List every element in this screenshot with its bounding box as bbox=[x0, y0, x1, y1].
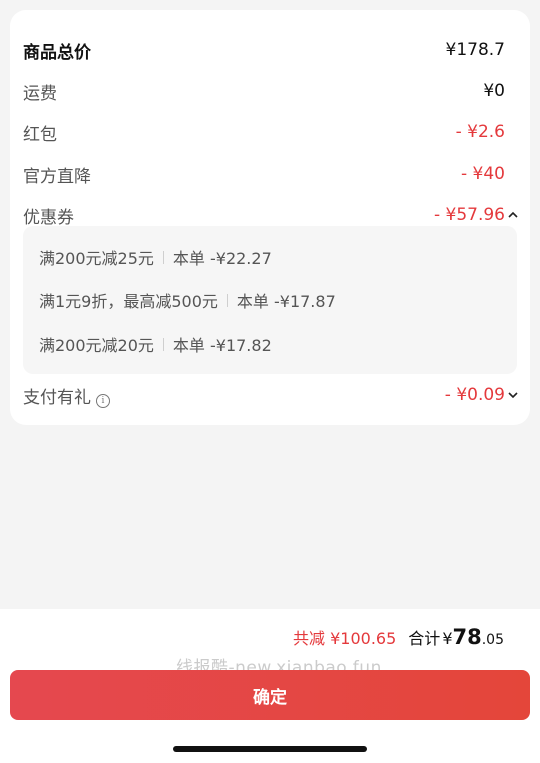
divider bbox=[162, 337, 164, 351]
coupon-item-amount: 本单 -¥17.87 bbox=[236, 292, 336, 311]
coupon-detail-box: 满200元减25元 本单 -¥22.27 满1元9折，最高减500元 本单 -¥… bbox=[23, 226, 517, 374]
red-packet-row: 红包 - ¥2.6 bbox=[23, 117, 505, 147]
red-packet-label: 红包 bbox=[23, 124, 57, 145]
payment-gift-row[interactable]: 支付有礼 i - ¥0.09 bbox=[23, 380, 518, 410]
total-currency: ¥ bbox=[442, 629, 453, 648]
chevron-up-icon[interactable] bbox=[507, 209, 519, 221]
home-indicator bbox=[173, 746, 367, 752]
coupon-item-name: 满1元9折，最高减500元 bbox=[39, 292, 218, 311]
divider bbox=[162, 250, 164, 264]
total-decimal: .05 bbox=[481, 632, 504, 648]
chevron-down-icon[interactable] bbox=[507, 389, 519, 401]
shipping-label: 运费 bbox=[23, 83, 57, 104]
info-icon[interactable]: i bbox=[96, 393, 110, 408]
total-saved: 共减 ¥100.65 bbox=[293, 629, 397, 648]
shipping-row: 运费 ¥0 bbox=[23, 76, 505, 106]
order-summary: 共减 ¥100.65 合计 ¥ 78 .05 bbox=[293, 625, 504, 649]
shipping-value: ¥0 bbox=[483, 81, 505, 101]
total-label: 合计 bbox=[408, 629, 441, 648]
official-discount-value: - ¥40 bbox=[461, 164, 505, 184]
divider bbox=[226, 293, 228, 307]
payment-gift-label: 支付有礼 bbox=[23, 387, 91, 408]
coupon-value-wrap[interactable]: - ¥57.96 bbox=[433, 205, 518, 225]
payment-gift-value-wrap[interactable]: - ¥0.09 bbox=[444, 385, 518, 405]
coupon-value: - ¥57.96 bbox=[433, 205, 505, 225]
coupon-item-name: 满200元减20元 bbox=[39, 336, 154, 355]
official-discount-label: 官方直降 bbox=[23, 166, 91, 187]
goods-total-label: 商品总价 bbox=[23, 42, 91, 63]
coupon-item-amount: 本单 -¥17.82 bbox=[172, 336, 272, 355]
coupon-item-amount: 本单 -¥22.27 bbox=[172, 249, 272, 268]
total-integer: 78 bbox=[452, 625, 482, 649]
coupon-label: 优惠券 bbox=[23, 207, 74, 228]
coupon-item-name: 满200元减25元 bbox=[39, 249, 154, 268]
bottom-bar: 共减 ¥100.65 合计 ¥ 78 .05 线报酷-new.xianbao.f… bbox=[0, 609, 540, 763]
payment-gift-label-wrap: 支付有礼 i bbox=[23, 383, 110, 408]
official-discount-row: 官方直降 - ¥40 bbox=[23, 159, 505, 189]
goods-total-value: ¥178.7 bbox=[445, 40, 505, 60]
coupon-item: 满200元减25元 本单 -¥22.27 bbox=[39, 243, 501, 271]
coupon-item: 满1元9折，最高减500元 本单 -¥17.87 bbox=[39, 286, 501, 314]
red-packet-value: - ¥2.6 bbox=[455, 122, 505, 142]
goods-total-row: 商品总价 ¥178.7 bbox=[23, 35, 505, 65]
coupon-item: 满200元减20元 本单 -¥17.82 bbox=[39, 330, 501, 358]
payment-gift-value: - ¥0.09 bbox=[444, 385, 505, 405]
price-detail-card: 商品总价 ¥178.7 运费 ¥0 红包 - ¥2.6 官方直降 - ¥40 优… bbox=[10, 10, 530, 425]
confirm-button[interactable]: 确定 bbox=[10, 670, 530, 720]
